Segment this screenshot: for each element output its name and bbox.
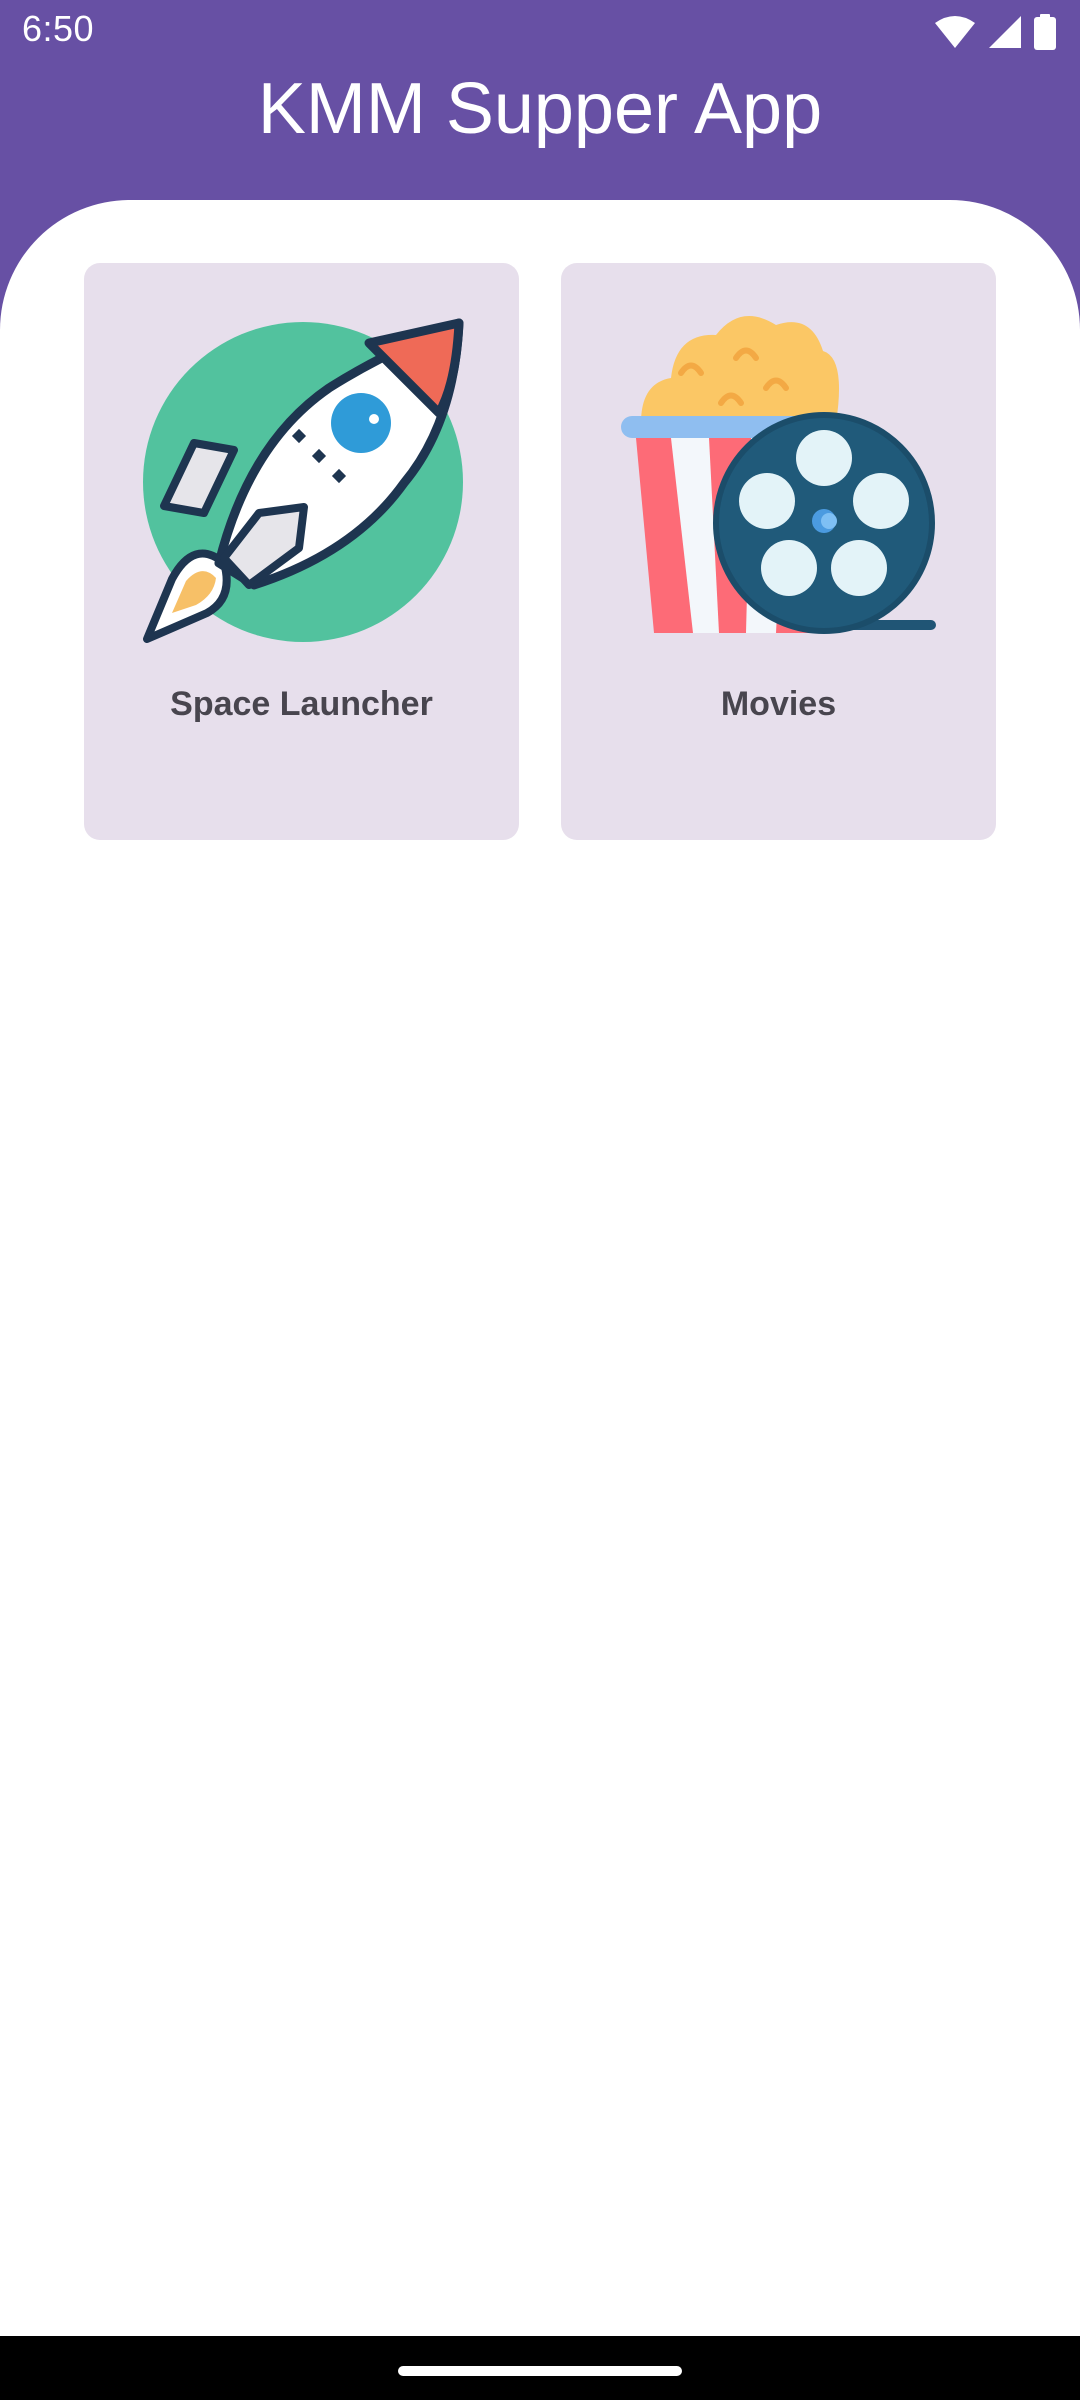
status-bar: 6:50 [0,0,1080,64]
cell-signal-icon [989,16,1021,48]
movies-card[interactable]: Movies [561,263,996,840]
battery-icon [1034,14,1056,50]
status-time: 6:50 [22,8,95,49]
home-gesture-handle[interactable] [398,2366,682,2376]
space-launcher-card[interactable]: Space Launcher [84,263,519,840]
status-icons [934,12,1056,52]
wifi-icon [935,16,975,48]
feature-grid: Space Launcher Movies [84,263,996,840]
popcorn-film-reel-icon [621,316,936,634]
card-label: Movies [720,685,837,723]
card-label: Space Launcher [170,685,433,723]
rocket-icon [143,318,464,643]
page-title: KMM Supper App [257,69,823,149]
navigation-bar [0,2336,1080,2400]
